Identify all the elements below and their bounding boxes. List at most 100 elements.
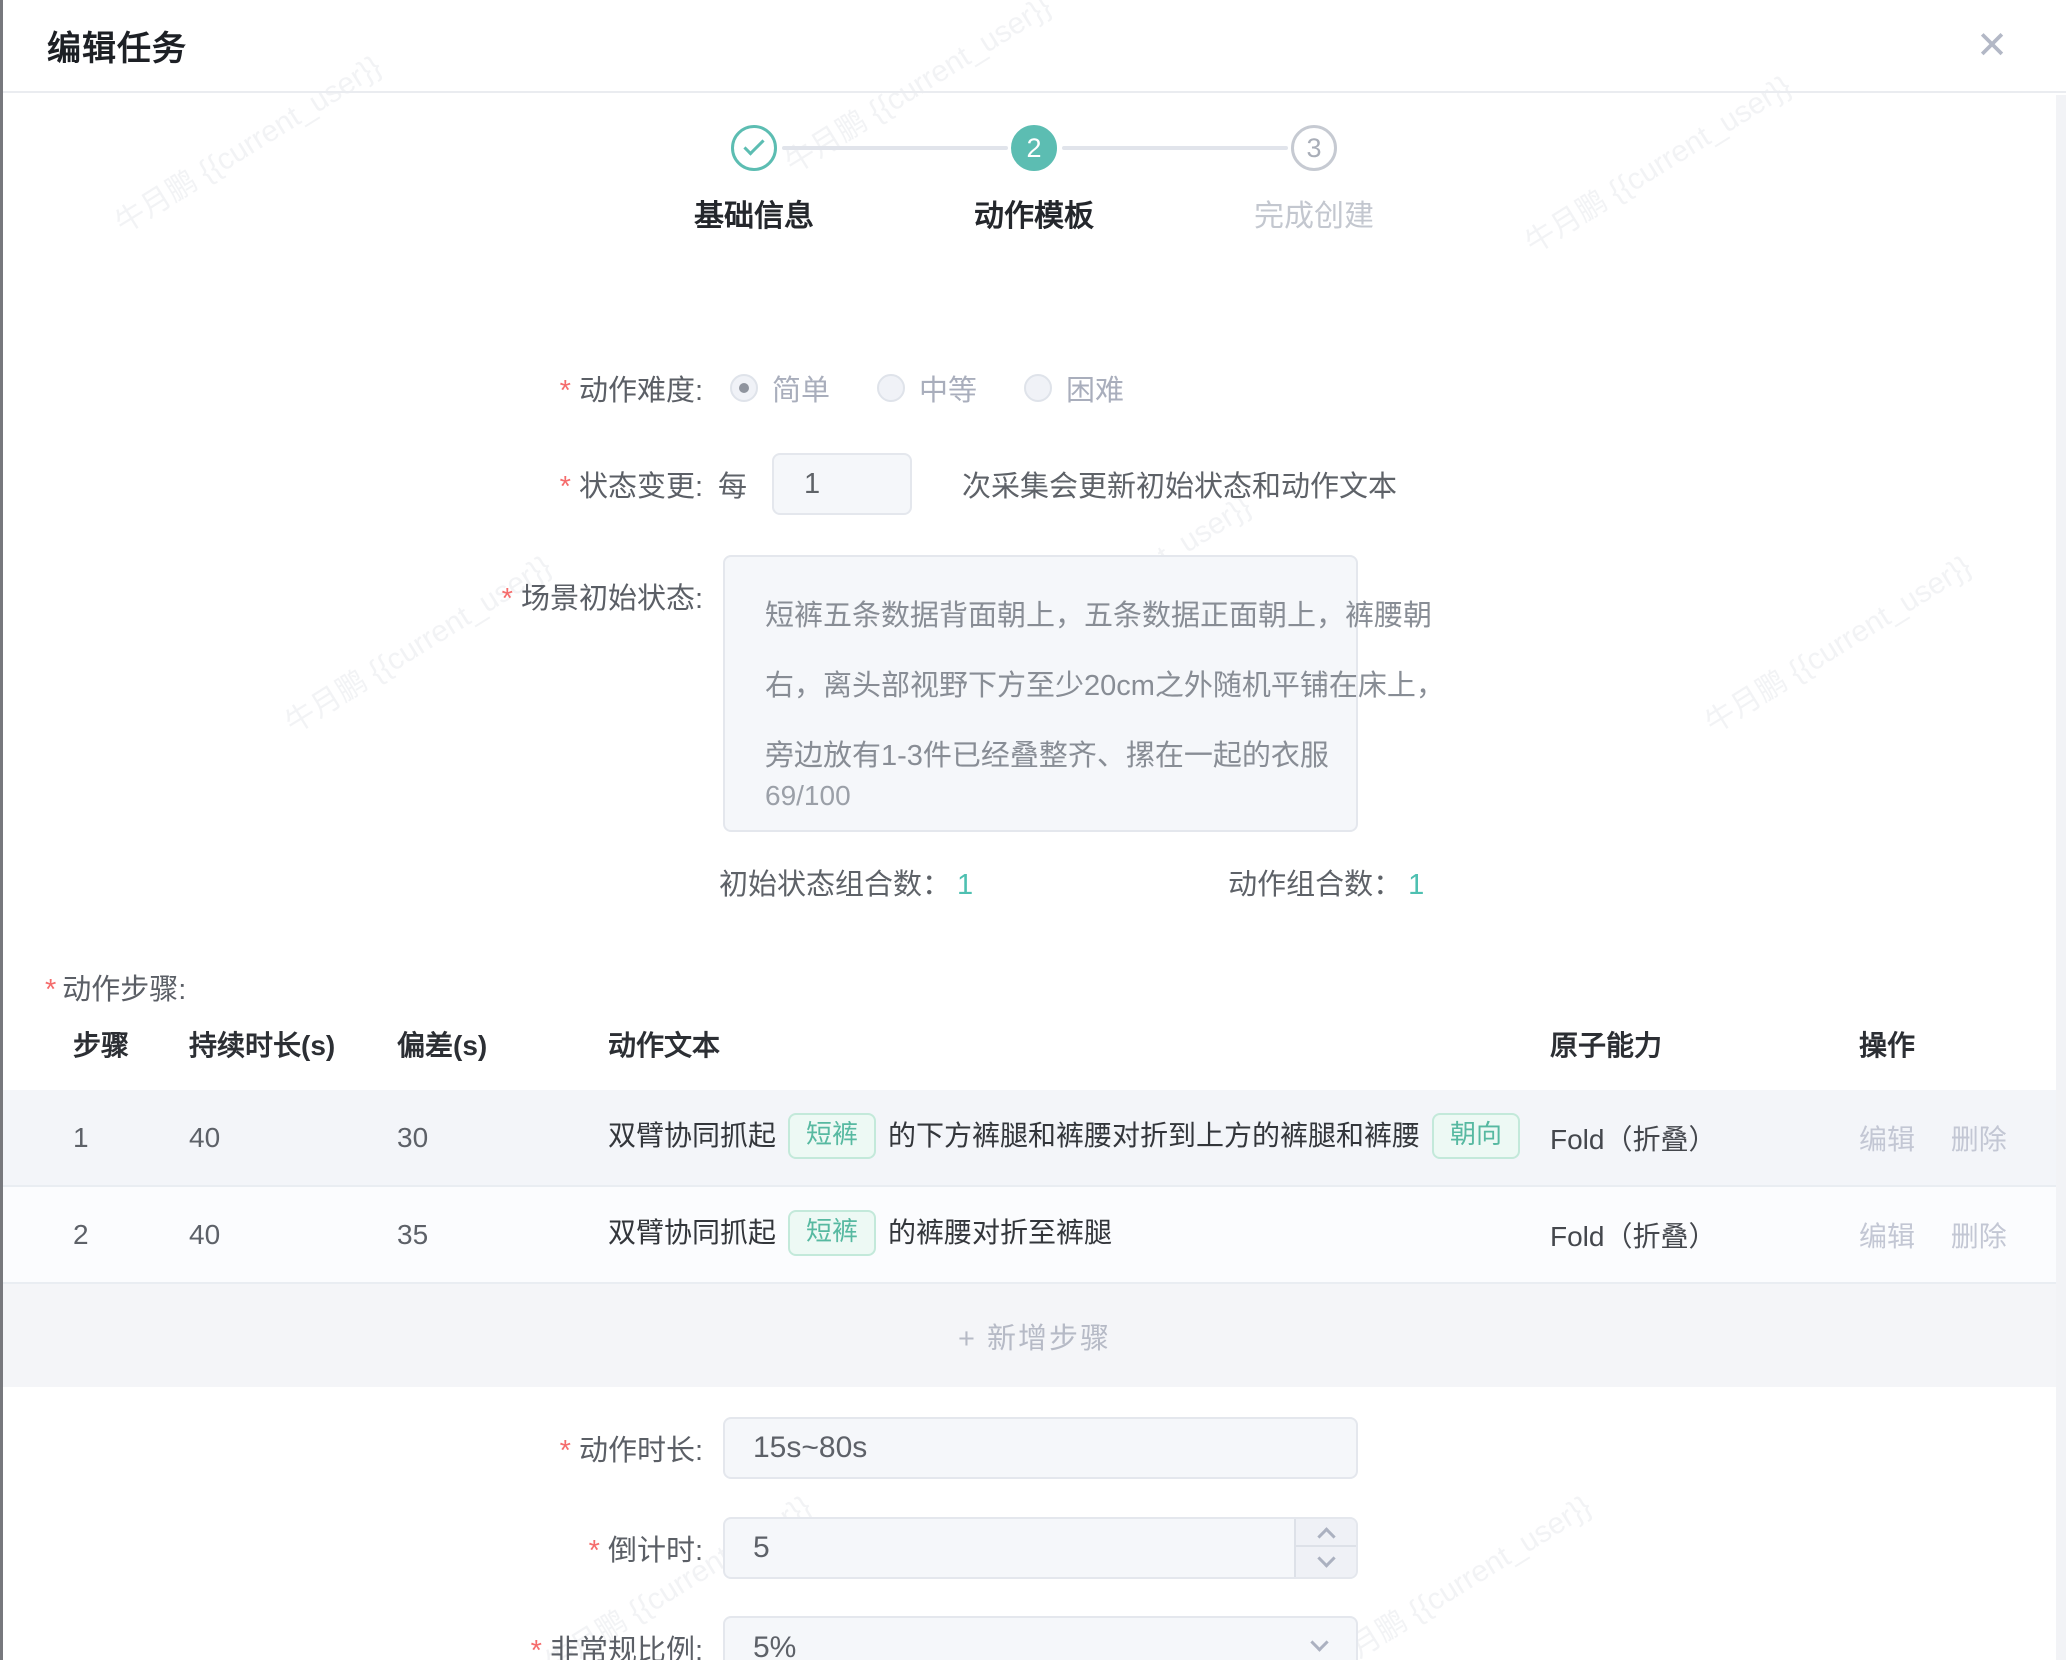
col-operations: 操作 (1859, 1024, 2066, 1064)
initial-state-label: *场景初始状态: (3, 555, 703, 617)
step-number: 2 (1026, 133, 1041, 164)
add-step-button[interactable]: + 新增步骤 (958, 1315, 1111, 1357)
edit-task-dialog: 牛月鹏 {{current_user}} 牛月鹏 {{current_user}… (0, 0, 2066, 1660)
col-deviation: 偏差(s) (397, 1024, 608, 1064)
col-ability: 原子能力 (1550, 1024, 1859, 1064)
step-label: 动作模板 (904, 191, 1164, 235)
dialog-header: 编辑任务 ✕ (3, 0, 2066, 93)
cell-deviation: 30 (397, 1122, 608, 1154)
orientation-tag: 朝向 (1432, 1113, 1520, 1159)
action-combos-value: 1 (1408, 869, 1424, 901)
radio-circle (1024, 374, 1052, 402)
radio-label: 中等 (919, 367, 977, 409)
cell-operations: 编辑 删除 (1859, 1215, 2066, 1255)
initial-combos-value: 1 (957, 869, 973, 901)
action-steps-label-row: *动作步骤: (3, 967, 2066, 1007)
step-label: 基础信息 (624, 191, 884, 235)
initial-state-row: *场景初始状态: 短裤五条数据背面朝上，五条数据正面朝上，裤腰朝 右，离头部视野… (3, 555, 2066, 832)
state-change-row: *状态变更: 每 次采集会更新初始状态和动作文本 (3, 453, 2066, 515)
countdown-label: *倒计时: (3, 1527, 703, 1569)
table-header: 步骤 持续时长(s) 偏差(s) 动作文本 原子能力 操作 (3, 1024, 2066, 1060)
radio-label: 困难 (1066, 367, 1124, 409)
textarea-line: 短裤五条数据背面朝上，五条数据正面朝上，裤腰朝 (765, 581, 1332, 651)
char-counter: 69/100 (765, 780, 851, 812)
step-number: 3 (1306, 133, 1321, 164)
duration-row: *动作时长: (3, 1417, 2066, 1479)
cell-ability: Fold（折叠） (1550, 1118, 1859, 1158)
ratio-select[interactable]: 5% (723, 1616, 1358, 1660)
chevron-up-icon (1317, 1527, 1335, 1545)
required-asterisk: * (531, 1635, 542, 1660)
scrollbar-track[interactable] (2056, 95, 2066, 1660)
spinner-up-button[interactable] (1296, 1519, 1356, 1547)
countdown-number-input (723, 1517, 1358, 1579)
cell-duration: 40 (189, 1122, 397, 1154)
combo-counts-row: 初始状态组合数：1 动作组合数：1 (3, 862, 2066, 902)
col-duration: 持续时长(s) (189, 1024, 397, 1064)
cell-step: 2 (73, 1219, 189, 1251)
object-tag: 短裤 (788, 1113, 876, 1159)
edit-link[interactable]: 编辑 (1859, 1215, 1915, 1255)
ratio-selected-value: 5% (753, 1631, 796, 1660)
difficulty-label: *动作难度: (3, 367, 703, 409)
radio-simple[interactable]: 简单 (730, 367, 830, 409)
duration-input[interactable] (723, 1417, 1358, 1479)
step-active-circle: 2 (1011, 125, 1057, 171)
required-asterisk: * (560, 471, 571, 503)
radio-circle (877, 374, 905, 402)
stepper: 基础信息 2 动作模板 3 完成创建 (3, 125, 2066, 261)
table-body: 1 40 30 双臂协同抓起短裤的下方裤腿和裤腰对折到上方的裤腿和裤腰朝向 Fo… (3, 1090, 2066, 1387)
cell-operations: 编辑 删除 (1859, 1118, 2066, 1158)
spinner-down-button[interactable] (1296, 1547, 1356, 1576)
cell-ability: Fold（折叠） (1550, 1215, 1859, 1255)
state-change-label: *状态变更: (3, 463, 703, 505)
step-label: 完成创建 (1184, 191, 1444, 235)
delete-link[interactable]: 删除 (1951, 1215, 2007, 1255)
edit-link[interactable]: 编辑 (1859, 1118, 1915, 1158)
chevron-down-icon (1310, 1633, 1328, 1651)
close-icon[interactable]: ✕ (1966, 20, 2018, 72)
radio-hard[interactable]: 困难 (1024, 367, 1124, 409)
countdown-row: *倒计时: (3, 1517, 2066, 1579)
table-row: 1 40 30 双臂协同抓起短裤的下方裤腿和裤腰对折到上方的裤腿和裤腰朝向 Fo… (3, 1090, 2066, 1185)
col-action-text: 动作文本 (608, 1024, 1550, 1064)
delete-link[interactable]: 删除 (1951, 1118, 2007, 1158)
number-spinner (1294, 1519, 1356, 1577)
cell-action-text: 双臂协同抓起短裤的下方裤腿和裤腰对折到上方的裤腿和裤腰朝向 (608, 1114, 1550, 1161)
required-asterisk: * (560, 1435, 571, 1467)
state-change-input[interactable] (772, 453, 912, 515)
initial-state-textarea[interactable]: 短裤五条数据背面朝上，五条数据正面朝上，裤腰朝 右，离头部视野下方至少20cm之… (723, 555, 1358, 832)
required-asterisk: * (560, 375, 571, 407)
required-asterisk: * (502, 583, 513, 615)
action-combos: 动作组合数：1 (1228, 861, 1424, 903)
cell-action-text: 双臂协同抓起短裤的裤腰对折至裤腿 (608, 1211, 1550, 1258)
countdown-input[interactable] (723, 1517, 1358, 1579)
chevron-down-icon (1317, 1549, 1335, 1567)
step-finish-create: 3 完成创建 (1184, 125, 1444, 235)
ratio-row: *非常规比例: 5% (3, 1616, 2066, 1660)
initial-combos: 初始状态组合数：1 (719, 861, 973, 903)
radio-label: 简单 (772, 367, 830, 409)
action-steps-table: 步骤 持续时长(s) 偏差(s) 动作文本 原子能力 操作 1 40 30 双臂… (3, 1024, 2066, 1387)
step-basic-info: 基础信息 (624, 125, 884, 235)
required-asterisk: * (45, 974, 56, 1006)
duration-label: *动作时长: (3, 1427, 703, 1469)
object-tag: 短裤 (788, 1210, 876, 1256)
state-change-prefix: 每 (718, 463, 747, 505)
step-action-template: 2 动作模板 (904, 125, 1164, 235)
radio-medium[interactable]: 中等 (877, 367, 977, 409)
radio-circle-selected (730, 374, 758, 402)
dialog-title: 编辑任务 (47, 21, 187, 70)
radio-dot (739, 383, 749, 393)
table-row: 2 40 35 双臂协同抓起短裤的裤腰对折至裤腿 Fold（折叠） 编辑 删除 (3, 1185, 2066, 1282)
difficulty-row: *动作难度: 简单 中等 困难 (3, 368, 2066, 408)
action-steps-label: *动作步骤: (45, 966, 186, 1008)
step-done-circle (731, 125, 777, 171)
col-step: 步骤 (73, 1024, 189, 1064)
cell-duration: 40 (189, 1219, 397, 1251)
check-icon (743, 134, 764, 155)
state-change-suffix: 次采集会更新初始状态和动作文本 (962, 463, 1397, 505)
ratio-label: *非常规比例: (3, 1627, 703, 1660)
add-step-row: + 新增步骤 (3, 1282, 2066, 1387)
step-pending-circle: 3 (1291, 125, 1337, 171)
